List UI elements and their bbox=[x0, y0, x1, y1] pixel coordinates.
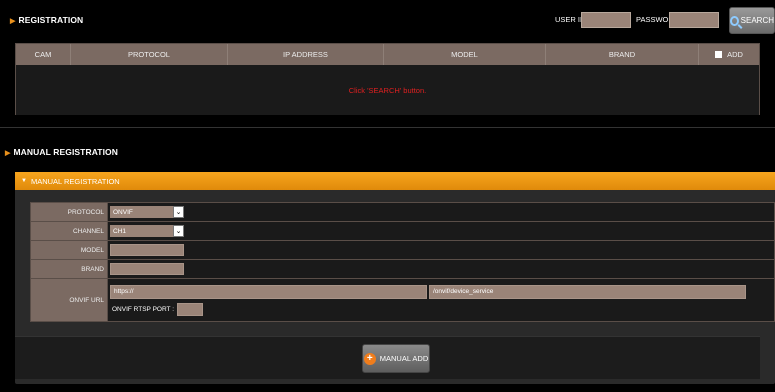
col-model: MODEL bbox=[384, 44, 546, 65]
right-triangle-icon: ▶ bbox=[10, 18, 16, 25]
section-divider bbox=[0, 127, 775, 128]
password-input[interactable] bbox=[669, 12, 719, 28]
col-brand: BRAND bbox=[546, 44, 699, 65]
col-cam: CAM bbox=[16, 44, 71, 65]
channel-select[interactable]: CH1 ⌄ bbox=[110, 225, 184, 237]
model-input[interactable] bbox=[110, 244, 184, 256]
registration-table-body: Click 'SEARCH' button. bbox=[16, 65, 759, 115]
add-all-checkbox[interactable] bbox=[715, 51, 723, 58]
onvif-url-label: ONVIF URL bbox=[31, 279, 108, 321]
down-triangle-icon: ▼ bbox=[21, 178, 27, 184]
onvif-url-cell: https:// /onvif/device_service ONVIF RTS… bbox=[108, 279, 774, 321]
col-ip-address: IP ADDRESS bbox=[228, 44, 384, 65]
manual-registration-panel-header[interactable]: ▼ MANUAL REGISTRATION bbox=[15, 172, 775, 190]
manual-registration-section-title: ▶ MANUAL REGISTRATION bbox=[5, 147, 119, 157]
model-cell bbox=[108, 241, 774, 259]
protocol-row: PROTOCOL ONVIF ⌄ bbox=[31, 203, 774, 222]
registration-table-header: CAM PROTOCOL IP ADDRESS MODEL BRAND ADD bbox=[16, 44, 759, 65]
protocol-cell: ONVIF ⌄ bbox=[108, 203, 774, 221]
registration-title: ▶ REGISTRATION bbox=[10, 15, 84, 25]
brand-row: BRAND bbox=[31, 260, 774, 279]
onvif-url-row: ONVIF URL https:// /onvif/device_service… bbox=[31, 279, 774, 321]
user-id-input[interactable] bbox=[581, 12, 631, 28]
onvif-url-prefix-input[interactable]: https:// bbox=[110, 284, 427, 299]
channel-cell: CH1 ⌄ bbox=[108, 222, 774, 240]
rtsp-port-label: ONVIF RTSP PORT : bbox=[112, 305, 175, 313]
rtsp-port-input[interactable] bbox=[177, 302, 204, 316]
manual-add-button[interactable]: + MANUAL ADD bbox=[362, 344, 430, 373]
protocol-label: PROTOCOL bbox=[31, 203, 108, 221]
chevron-down-icon: ⌄ bbox=[173, 225, 184, 237]
rtsp-port-group: ONVIF RTSP PORT : bbox=[110, 302, 204, 316]
protocol-select[interactable]: ONVIF ⌄ bbox=[110, 206, 184, 218]
search-button[interactable]: SEARCH bbox=[729, 7, 775, 34]
chevron-down-icon: ⌄ bbox=[173, 206, 184, 218]
manual-registration-form: PROTOCOL ONVIF ⌄ CHANNEL CH1 ⌄ MODEL BRA… bbox=[30, 202, 775, 322]
model-row: MODEL bbox=[31, 241, 774, 260]
onvif-url-inputs: https:// /onvif/device_service bbox=[110, 284, 746, 299]
col-add: ADD bbox=[699, 44, 759, 65]
right-triangle-icon: ▶ bbox=[5, 150, 11, 157]
search-hint-message: Click 'SEARCH' button. bbox=[348, 85, 427, 95]
registration-table: CAM PROTOCOL IP ADDRESS MODEL BRAND ADD … bbox=[15, 43, 760, 115]
plus-circle-icon: + bbox=[363, 352, 376, 365]
model-label: MODEL bbox=[31, 241, 108, 259]
channel-label: CHANNEL bbox=[31, 222, 108, 240]
onvif-url-suffix-input[interactable]: /onvif/device_service bbox=[429, 284, 746, 299]
brand-label: BRAND bbox=[31, 260, 108, 278]
brand-cell bbox=[108, 260, 774, 278]
search-icon bbox=[730, 15, 739, 26]
channel-row: CHANNEL CH1 ⌄ bbox=[31, 222, 774, 241]
brand-input[interactable] bbox=[110, 263, 184, 275]
col-protocol: PROTOCOL bbox=[71, 44, 228, 65]
